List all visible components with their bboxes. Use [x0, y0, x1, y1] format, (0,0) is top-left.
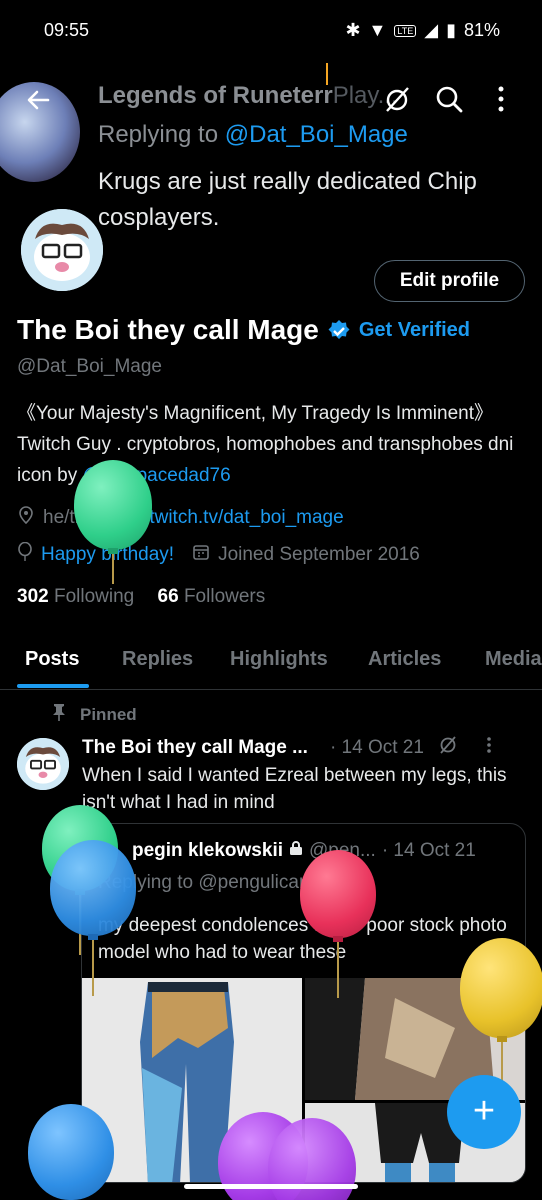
balloon-icon [17, 541, 33, 568]
grok-icon[interactable] [438, 735, 458, 761]
active-tab-indicator [17, 684, 89, 688]
balloon-blue-2 [28, 1104, 114, 1200]
calendar-icon [192, 543, 210, 567]
profile-name-row: The Boi they call Mage Get Verified [17, 314, 470, 346]
post-date: · 14 Oct 21 [329, 737, 424, 758]
post-author-name[interactable]: The Boi they call Mage ... [82, 737, 308, 759]
background-tweet-text: Krugs are just really dedicated Chip cos… [98, 168, 477, 231]
joined-date: Joined September 2016 [218, 544, 420, 565]
post-header: The Boi they call Mage ... · 14 Oct 21 [82, 735, 522, 761]
home-gesture-bar[interactable] [184, 1184, 358, 1189]
quote-author: pegin klekowskii [132, 840, 283, 861]
more-options-icon[interactable] [486, 84, 516, 114]
signal-icon: ◢ [424, 20, 439, 40]
tab-replies[interactable]: Replies [122, 648, 193, 671]
website-link[interactable]: twitch.tv/dat_boi_mage [149, 507, 343, 529]
notifications-off-icon[interactable] [382, 84, 412, 114]
post-text: When I said I wanted Ezreal between my l… [82, 765, 507, 813]
compose-post-button[interactable]: + [447, 1075, 521, 1149]
get-verified-link[interactable]: Get Verified [359, 319, 470, 342]
battery-icon: ▮ [446, 20, 456, 40]
verified-badge-icon [327, 318, 351, 342]
post-author-avatar[interactable] [17, 738, 69, 790]
wifi-icon: ▼ [368, 20, 387, 40]
tab-media[interactable]: Media [485, 648, 542, 671]
profile-meta-row-1: he/they twitch.tv/dat_boi_mage [17, 506, 344, 530]
back-arrow-icon[interactable] [24, 86, 52, 114]
location-pin-icon [17, 506, 35, 530]
following-link[interactable]: 302 Following [17, 586, 134, 607]
pin-icon [52, 703, 66, 726]
status-bar: 09:55 ✱ ▼ LTE ◢ ▮ 81% [0, 0, 542, 64]
pinned-label-row: Pinned [52, 703, 137, 726]
edit-profile-button[interactable]: Edit profile [374, 260, 525, 302]
tab-highlights[interactable]: Highlights [230, 648, 328, 671]
profile-avatar[interactable] [17, 205, 107, 295]
tab-posts[interactable]: Posts [25, 648, 79, 671]
battery-percent: 81% [463, 20, 500, 40]
status-time: 09:55 [44, 20, 90, 40]
profile-tabs: Posts Replies Highlights Articles Media [0, 636, 542, 690]
balloon-red [300, 850, 376, 1000]
header-actions [382, 84, 516, 114]
profile-name: The Boi they call Mage [17, 314, 319, 345]
tab-articles[interactable]: Articles [368, 648, 441, 671]
background-tweet-author: Legends of RuneterrPlay... [98, 82, 398, 109]
post-more-icon[interactable] [486, 736, 492, 760]
followers-link[interactable]: 66 Followers [158, 586, 266, 607]
follow-stats: 302 Following 66 Followers [17, 586, 265, 608]
profile-handle: @Dat_Boi_Mage [17, 356, 162, 377]
bluetooth-icon: ✱ [345, 20, 361, 40]
balloon-green-1 [74, 460, 152, 584]
balloon-blue-1 [50, 840, 136, 1000]
quote-date: · 14 Oct 21 [381, 840, 476, 861]
background-tweet-replying: Replying to @Dat_Boi_Mage [98, 121, 408, 148]
lte-icon: LTE [394, 24, 417, 37]
search-icon[interactable] [434, 84, 464, 114]
